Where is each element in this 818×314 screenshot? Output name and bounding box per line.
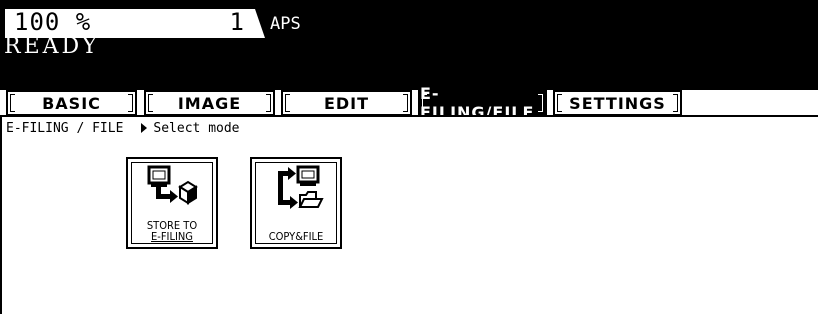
copy-count: 1: [229, 8, 244, 36]
copy-and-file-label: COPY&FILE: [252, 231, 340, 242]
section-title: E-FILING / FILE: [6, 121, 124, 136]
tab-settings[interactable]: SETTINGS: [553, 90, 682, 116]
store-to-efiling-label: STORE TO E-FILING: [128, 220, 216, 242]
status-header: 100 % 1 APS READY: [0, 0, 818, 90]
paper-mode: APS: [270, 14, 301, 34]
instruction-text: Select mode: [153, 121, 240, 136]
copy-and-file-icon: [278, 165, 324, 209]
tab-efiling-file[interactable]: E-FILING/FILE: [418, 84, 547, 122]
main-panel: E-FILING / FILE Select mode STORE TO E-FI…: [0, 117, 818, 314]
tab-edit[interactable]: EDIT: [281, 90, 412, 116]
tab-basic[interactable]: BASIC: [6, 90, 137, 116]
zoom-ratio: 100 %: [14, 8, 92, 36]
copy-and-file-button[interactable]: COPY&FILE: [250, 157, 342, 249]
store-to-efiling-icon: [147, 165, 198, 205]
machine-status: READY: [4, 34, 100, 59]
tab-image[interactable]: IMAGE: [144, 90, 275, 116]
display-corner: [255, 9, 265, 38]
store-to-efiling-button[interactable]: STORE TO E-FILING: [126, 157, 218, 249]
play-arrow-icon: [141, 123, 148, 133]
breadcrumb: E-FILING / FILE Select mode: [6, 121, 240, 136]
label-line-2: COPY&FILE: [268, 230, 324, 243]
label-line-2: E-FILING: [151, 230, 193, 243]
